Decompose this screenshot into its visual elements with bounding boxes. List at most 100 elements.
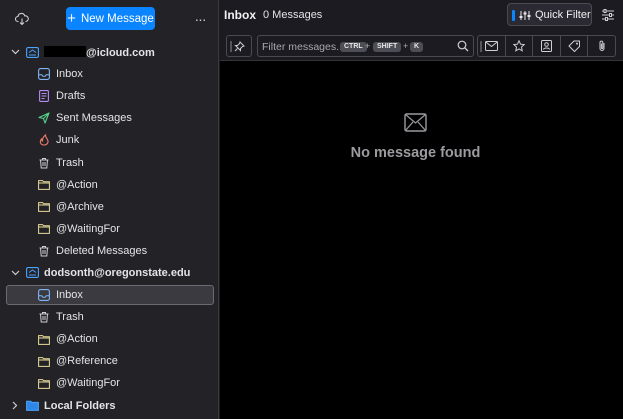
unread-icon (484, 41, 498, 51)
folder-label: @Action (56, 333, 98, 346)
quick-filter-label: Quick Filter (535, 9, 591, 21)
folder-label: Inbox (56, 289, 83, 302)
folder-pane-toolbar: + New Message ··· (0, 0, 219, 38)
contact-icon (540, 40, 552, 52)
folder-label: @Action (56, 178, 98, 191)
folder-icon (38, 201, 50, 213)
folder-item-trash[interactable]: Trash (0, 151, 219, 173)
attachment-icon (599, 40, 605, 51)
folder-item-reference[interactable]: @Reference (0, 350, 219, 372)
filter-tags-button[interactable] (561, 36, 589, 56)
list-options-icon[interactable] (601, 8, 615, 22)
folder-item-drafts[interactable]: Drafts (0, 85, 219, 107)
inbox-icon (38, 68, 50, 81)
more-menu-button[interactable]: ··· (192, 9, 208, 29)
tag-icon (568, 40, 580, 52)
quick-filter-bar: Filter messages... CTRL + SHIFT + K (220, 31, 623, 61)
chevron-right-icon[interactable] (10, 401, 20, 411)
inbox-icon (38, 289, 50, 302)
pin-icon (233, 40, 245, 52)
filter-placeholder: Filter messages... (262, 41, 345, 53)
folder-label: @WaitingFor (56, 377, 120, 390)
message-count: 0 Messages (263, 9, 323, 21)
toggle-indicator (480, 41, 482, 52)
folder-item-action[interactable]: @Action (0, 328, 219, 350)
local-folders-row[interactable]: Local Folders (0, 395, 219, 417)
junk-icon (38, 134, 50, 146)
folder-item-junk[interactable]: Junk (0, 129, 219, 151)
shortcut-key-ctrl: CTRL (340, 42, 367, 52)
folder-title: Inbox (224, 8, 256, 22)
folder-item-archive[interactable]: @Archive (0, 196, 219, 218)
empty-mail-icon (404, 113, 427, 132)
toggle-indicator (230, 41, 232, 52)
new-message-label: New Message (80, 12, 154, 25)
folder-label: Trash (56, 156, 84, 169)
folder-item-waitingfor[interactable]: @WaitingFor (0, 218, 219, 240)
redacted-block (44, 45, 86, 57)
shortcut-plus: + (403, 41, 409, 51)
folder-label: @Reference (56, 355, 118, 368)
filter-attachment-button[interactable] (588, 36, 615, 56)
folder-item-inbox[interactable]: Inbox (0, 284, 219, 306)
folder-icon (38, 377, 50, 389)
local-folders-label: Local Folders (44, 399, 116, 412)
folder-item-action[interactable]: @Action (0, 174, 219, 196)
folder-label: Sent Messages (56, 112, 132, 125)
sent-icon (38, 112, 50, 124)
shortcut-plus: + (365, 41, 371, 51)
filter-starred-button[interactable] (506, 36, 534, 56)
star-icon (512, 40, 525, 52)
message-list-header: Inbox 0 Messages Quick Filter (220, 0, 623, 31)
message-list-pane: Inbox 0 Messages Quick Filter Filter mes… (220, 0, 623, 419)
folder-label: Inbox (56, 68, 83, 81)
new-message-button[interactable]: + New Message (66, 7, 155, 30)
folder-item-trash[interactable]: Trash (0, 306, 219, 328)
folder-pane: + New Message ··· @icloud.com Inbox Draf… (0, 0, 219, 419)
folder-item-sent-messages[interactable]: Sent Messages (0, 107, 219, 129)
plus-icon: + (67, 9, 76, 27)
folder-icon (38, 179, 50, 191)
folder-label: @Archive (56, 200, 104, 213)
search-icon (457, 40, 469, 55)
toggle-indicator (512, 10, 515, 21)
account-row-oregonstate[interactable]: dodsonth@oregonstate.edu (0, 262, 219, 284)
folder-label: Trash (56, 311, 84, 324)
filter-contact-button[interactable] (533, 36, 561, 56)
shortcut-key-shift: SHIFT (373, 42, 402, 52)
chevron-down-icon[interactable] (10, 47, 20, 57)
shortcut-key-k: K (410, 42, 424, 52)
folder-item-deleted-messages[interactable]: Deleted Messages (0, 240, 219, 262)
sticky-filter-button[interactable] (226, 35, 252, 57)
folder-label: Deleted Messages (56, 244, 148, 257)
filter-sliders-icon (519, 10, 531, 24)
folder-label: Junk (56, 134, 80, 147)
mail-account-icon (26, 46, 39, 58)
account-row-icloud[interactable]: @icloud.com (0, 41, 219, 63)
filter-messages-input[interactable]: Filter messages... CTRL + SHIFT + K (257, 35, 474, 57)
folder-label: @WaitingFor (56, 222, 120, 235)
trash-icon (38, 311, 50, 323)
folder-icon (38, 355, 50, 367)
folder-label: Drafts (56, 90, 86, 103)
drafts-icon (38, 90, 50, 103)
trash-icon (38, 245, 50, 257)
cloud-download-icon (15, 12, 29, 26)
folder-icon (38, 333, 50, 345)
account-label: @icloud.com (44, 45, 155, 59)
filter-toggle-group (477, 35, 616, 57)
empty-message-list: No message found (220, 62, 623, 419)
empty-state-text: No message found (350, 145, 481, 161)
trash-icon (38, 157, 50, 169)
filter-unread-button[interactable] (478, 36, 506, 56)
folder-tree: @icloud.com Inbox Drafts Sent Messages J… (0, 41, 219, 417)
get-messages-button[interactable] (12, 9, 32, 29)
mail-account-icon (26, 267, 39, 279)
folder-item-waitingfor[interactable]: @WaitingFor (0, 372, 219, 394)
folder-item-inbox[interactable]: Inbox (0, 63, 219, 85)
account-email: dodsonth@oregonstate.edu (44, 266, 191, 279)
chevron-down-icon[interactable] (10, 268, 20, 278)
folder-icon (38, 223, 50, 235)
quick-filter-button[interactable]: Quick Filter (507, 3, 592, 26)
account-email-suffix: @icloud.com (86, 46, 155, 59)
